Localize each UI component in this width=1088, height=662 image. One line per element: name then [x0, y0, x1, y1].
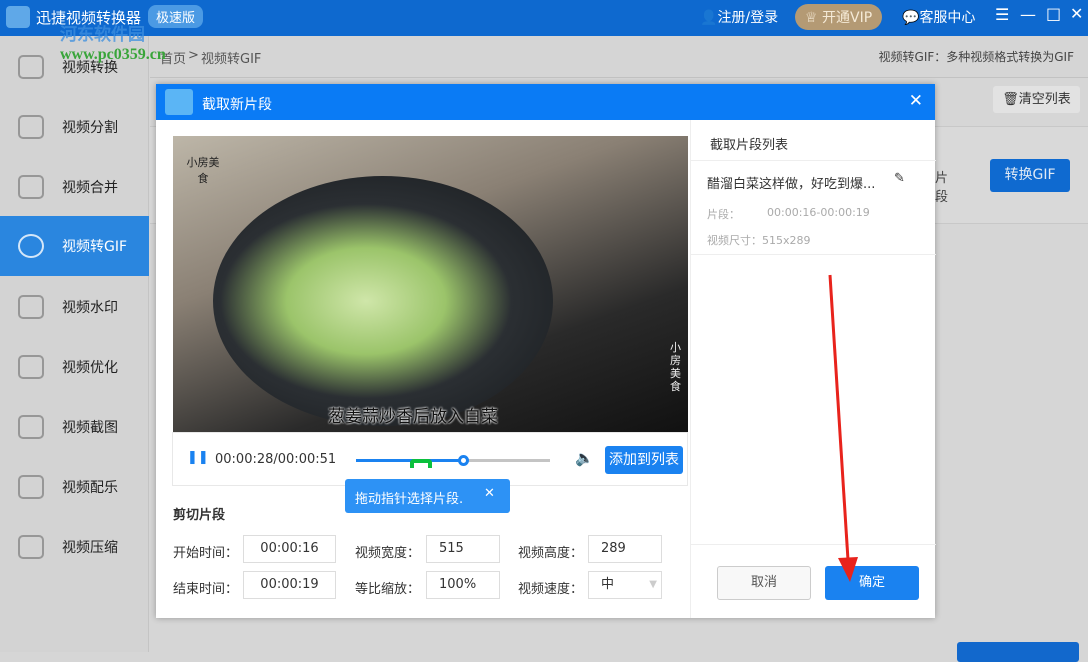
red-arrow-annotation — [828, 274, 858, 582]
